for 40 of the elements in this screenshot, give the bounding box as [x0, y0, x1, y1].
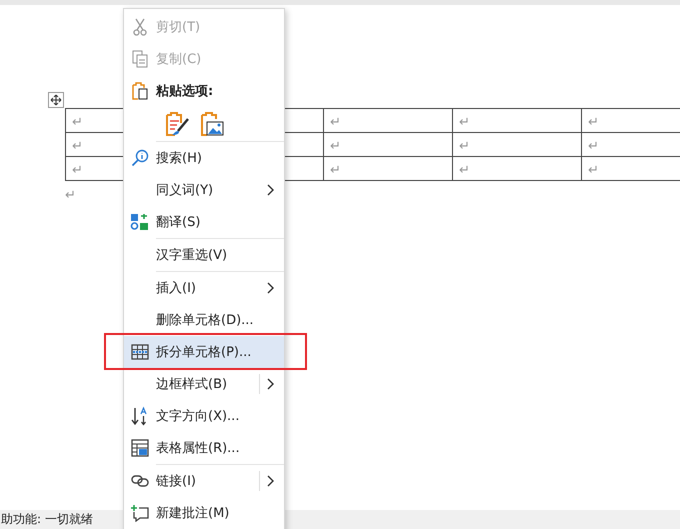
menu-item[interactable]: 表格属性(R)... — [124, 432, 284, 464]
menu-item[interactable]: 新建批注(M) — [124, 497, 284, 529]
text-direction-icon — [131, 406, 149, 426]
search-icon — [131, 149, 149, 167]
paste-keep-format-icon[interactable] — [164, 111, 190, 137]
menu-item[interactable]: 删除单元格(D)... — [124, 304, 284, 336]
menu-item[interactable]: 边框样式(B) — [124, 368, 284, 400]
status-text: 助功能: 一切就绪 — [0, 511, 93, 528]
paragraph-mark: ↵ — [65, 188, 76, 203]
paragraph-mark: ↵ — [72, 115, 83, 130]
link-icon — [131, 474, 149, 488]
paragraph-mark: ↵ — [330, 115, 341, 130]
menu-item[interactable]: 搜索(H) — [124, 142, 284, 174]
paragraph-mark: ↵ — [459, 139, 470, 154]
menu-item[interactable]: 链接(I) — [124, 465, 284, 497]
paragraph-mark: ↵ — [72, 163, 83, 178]
menu-item[interactable]: 翻译(S) — [124, 206, 284, 238]
paragraph-mark: ↵ — [330, 139, 341, 154]
menu-item[interactable]: 文字方向(X)... — [124, 400, 284, 432]
scissors-icon — [133, 18, 147, 36]
paragraph-mark: ↵ — [459, 163, 470, 178]
menu-item[interactable]: 插入(I) — [124, 272, 284, 304]
paste-options-label: 粘贴选项: — [156, 83, 214, 100]
table-grid-icon — [131, 344, 149, 360]
table-move-handle-icon[interactable] — [48, 92, 64, 108]
paragraph-mark: ↵ — [588, 115, 599, 130]
paragraph-mark: ↵ — [459, 115, 470, 130]
menu-item[interactable]: 拆分单元格(P)... — [124, 336, 284, 368]
paste-picture-icon[interactable] — [199, 111, 225, 137]
translate-icon — [130, 213, 150, 231]
paragraph-mark: ↵ — [330, 163, 341, 178]
new-comment-icon — [131, 504, 149, 522]
paragraph-mark: ↵ — [72, 139, 83, 154]
copy-icon — [132, 50, 148, 68]
menu-item[interactable]: 汉字重选(V) — [124, 239, 284, 271]
table-properties-icon — [131, 439, 149, 457]
paragraph-mark: ↵ — [588, 139, 599, 154]
menu-item[interactable]: 同义词(Y) — [124, 174, 284, 206]
paragraph-mark: ↵ — [588, 163, 599, 178]
clipboard-icon — [132, 82, 148, 100]
